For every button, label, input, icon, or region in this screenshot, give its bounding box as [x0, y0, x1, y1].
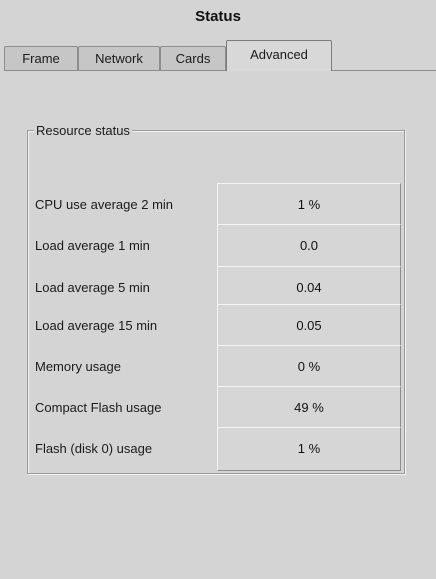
- load-average-15-label: Load average 15 min: [35, 318, 158, 333]
- memory-usage-label: Memory usage: [35, 359, 121, 374]
- resource-status-legend: Resource status: [34, 123, 132, 138]
- cpu-average-label: CPU use average 2 min: [35, 197, 174, 212]
- load-average-1-label: Load average 1 min: [35, 238, 150, 253]
- tab-cards[interactable]: Cards: [160, 46, 226, 70]
- tab-frame[interactable]: Frame: [4, 46, 78, 70]
- cpu-average-value: 1 %: [217, 183, 401, 227]
- flash-disk0-usage-value: 1 %: [217, 427, 401, 471]
- tab-advanced[interactable]: Advanced: [226, 40, 332, 71]
- tab-network[interactable]: Network: [78, 46, 160, 70]
- memory-usage-value: 0 %: [217, 345, 401, 389]
- compact-flash-usage-value: 49 %: [217, 386, 401, 430]
- load-average-15-value: 0.05: [217, 304, 401, 348]
- flash-disk0-usage-label: Flash (disk 0) usage: [35, 441, 153, 456]
- tab-bar: Frame Network Cards Advanced: [4, 40, 436, 71]
- window-title: Status: [195, 8, 241, 25]
- compact-flash-usage-label: Compact Flash usage: [35, 400, 162, 415]
- load-average-1-value: 0.0: [217, 224, 401, 268]
